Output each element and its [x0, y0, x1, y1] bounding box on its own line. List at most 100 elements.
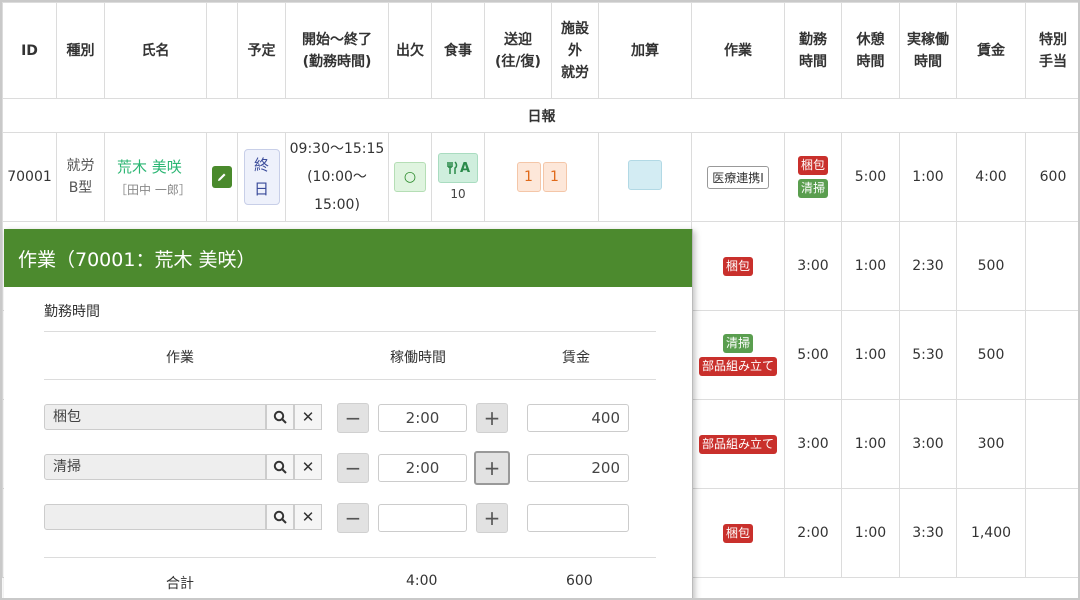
break-hours: 1:00 — [899, 132, 957, 222]
attendance-cell: ○ — [388, 132, 432, 222]
task-tag[interactable]: 梱包 — [722, 256, 753, 276]
staff-name: ［田中 一郎］ — [115, 183, 191, 197]
actual-hours: 2:30 — [899, 221, 957, 311]
transfer-back[interactable]: 1 — [542, 162, 567, 192]
hours-input[interactable]: 2:00 — [378, 454, 467, 482]
task-tag[interactable]: 部品組み立て — [698, 357, 777, 376]
minus-icon[interactable]: − — [337, 503, 369, 533]
total-label: 合計 — [166, 576, 194, 592]
task-cell: 部品組み立て — [691, 399, 785, 489]
break-hours: 1:00 — [841, 488, 900, 578]
col-head-hours: 稼働時間 — [390, 350, 446, 366]
actual-hours: 3:00 — [899, 399, 957, 489]
col-wage: 賃金 — [956, 2, 1026, 99]
work-hours: 3:00 — [784, 221, 842, 311]
task-tag[interactable]: 清掃 — [722, 334, 753, 353]
actual-hours: 3:30 — [899, 488, 957, 578]
attendance-button[interactable]: ○ — [394, 162, 426, 192]
close-icon[interactable]: ✕ — [294, 404, 322, 430]
plan-badge[interactable]: 終日 — [243, 149, 280, 205]
close-icon[interactable]: ✕ — [294, 454, 322, 480]
time-range: 09:30〜15:15 — [289, 141, 385, 157]
task-tag[interactable]: 部品組み立て — [698, 434, 777, 454]
wage: 500 — [956, 221, 1026, 311]
col-id: ID — [2, 2, 57, 99]
meal-button[interactable]: A — [438, 153, 478, 183]
pencil-icon[interactable] — [212, 166, 232, 188]
transfer-go[interactable]: 1 — [516, 162, 541, 192]
task-tag[interactable]: 梱包 — [722, 523, 753, 543]
col-work-hours: 勤務 時間 — [784, 2, 842, 99]
task-modal: 作業（70001：荒木 美咲） 勤務時間 作業 稼働時間 賃金 梱包 ✕ − 2… — [4, 229, 693, 598]
col-name: 氏名 — [104, 2, 207, 99]
col-time-range: 開始〜終了 (勤務時間) — [285, 2, 389, 99]
meal-cell: A 10 — [431, 132, 485, 222]
meal-count: 10 — [450, 187, 466, 201]
wage-input[interactable] — [527, 504, 629, 532]
col-task: 作業 — [691, 2, 785, 99]
modal-title: 作業（70001：荒木 美咲） — [4, 229, 692, 287]
search-icon[interactable] — [266, 504, 294, 530]
row-name-cell: 荒木 美咲 ［田中 一郎］ — [104, 132, 207, 222]
break-hours: 1:00 — [841, 221, 900, 311]
task-tag[interactable]: 清掃 — [797, 179, 828, 198]
wage-input[interactable]: 200 — [527, 454, 629, 482]
col-edit — [206, 2, 238, 99]
task-field[interactable]: 梱包 — [44, 404, 266, 430]
col-kind: 種別 — [56, 2, 105, 99]
work-hours: 3:00 — [784, 399, 842, 489]
col-plan: 予定 — [237, 2, 286, 99]
plus-icon[interactable]: + — [476, 503, 508, 533]
user-name-link[interactable]: 荒木 美咲 — [105, 156, 206, 177]
divider — [44, 331, 656, 332]
allowance — [1025, 399, 1078, 489]
total-hours: 4:00 — [406, 573, 438, 589]
wage-input[interactable]: 400 — [527, 404, 629, 432]
task-cell: 梱包 — [691, 488, 785, 578]
search-icon[interactable] — [266, 404, 294, 430]
outside-cell — [598, 132, 692, 222]
col-addition: 加算 — [598, 2, 692, 99]
row-kind: 就労 B型 — [56, 132, 105, 222]
hours-input[interactable]: 2:00 — [378, 404, 467, 432]
plus-icon[interactable]: + — [476, 403, 508, 433]
fork-knife-icon — [447, 161, 458, 174]
search-icon[interactable] — [266, 454, 294, 480]
task-cell: 梱包 — [691, 221, 785, 311]
hours-input[interactable] — [378, 504, 467, 532]
table-row: 70001 就労 B型 荒木 美咲 ［田中 一郎］ 終日 09:30〜15:15 … — [2, 132, 1078, 222]
task-field[interactable]: 清掃 — [44, 454, 266, 480]
col-head-task: 作業 — [166, 350, 194, 366]
outside-work-button[interactable] — [628, 160, 662, 190]
addition-badge[interactable]: 医療連携Ⅰ — [707, 165, 769, 189]
task-cell: 梱包 清掃 — [784, 132, 842, 222]
actual-hours: 5:30 — [899, 310, 957, 400]
col-break-hours: 休憩 時間 — [841, 2, 900, 99]
allowance — [1025, 310, 1078, 400]
minus-icon[interactable]: − — [337, 403, 369, 433]
col-outside: 施設外就労 — [551, 2, 599, 99]
app-frame: ID 種別 氏名 予定 開始〜終了 (勤務時間) 出欠 食事 送迎 (往/復) 施設… — [0, 0, 1080, 600]
divider — [44, 557, 656, 558]
plus-icon[interactable]: + — [474, 451, 510, 485]
total-wage: 600 — [566, 573, 593, 589]
work-hours: 5:00 — [784, 310, 842, 400]
time-cell: 09:30〜15:15 (10:00〜15:00) — [285, 132, 389, 222]
work-range: (10:00〜15:00) — [307, 169, 367, 213]
wage: 500 — [956, 310, 1026, 400]
col-transfer: 送迎 (往/復) — [484, 2, 552, 99]
wage: 300 — [956, 399, 1026, 489]
col-attendance: 出欠 — [388, 2, 432, 99]
col-head-wage: 賃金 — [562, 350, 590, 366]
work-hours: 2:00 — [784, 488, 842, 578]
wage: 1,400 — [956, 488, 1026, 578]
task-tag[interactable]: 梱包 — [797, 156, 828, 175]
transfer-cell: 11 — [484, 132, 599, 222]
minus-icon[interactable]: − — [337, 453, 369, 483]
actual-hours: 4:00 — [956, 132, 1026, 222]
col-allowance: 特別 手当 — [1025, 2, 1078, 99]
allowance — [1025, 488, 1078, 578]
task-field[interactable] — [44, 504, 266, 530]
close-icon[interactable]: ✕ — [294, 504, 322, 530]
break-hours: 1:00 — [841, 310, 900, 400]
